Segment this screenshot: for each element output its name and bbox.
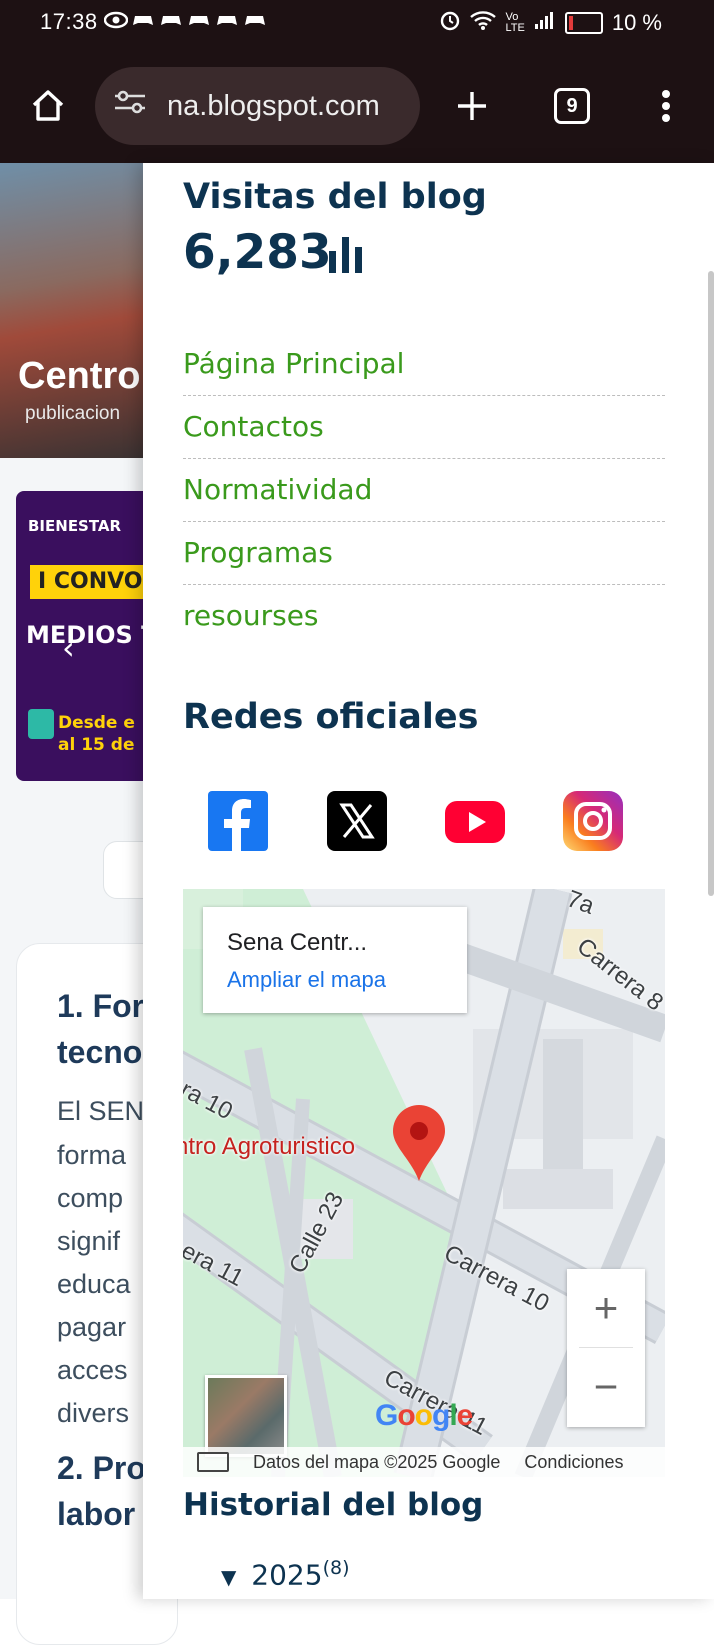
youtube-icon [445,801,505,843]
tab-switcher-button[interactable]: 9 [548,82,596,130]
history-year-item[interactable]: ▼ 2025(8) [221,1557,349,1591]
article-line: pagar [57,1312,127,1342]
banner-brand: BIENESTAR [28,517,122,535]
game-controller-icon [216,10,238,30]
status-right: Vo LTE 10 % [439,9,662,37]
page-links: Página Principal Contactos Normatividad … [183,333,665,647]
game-controller-icon [160,10,182,30]
menu-button[interactable] [642,82,690,130]
stats-count: 6,283 [183,225,332,280]
article-line: forma [57,1140,127,1170]
stats-title: Visitas del blog [183,177,487,217]
site-settings-icon[interactable] [113,88,147,124]
keyboard-icon[interactable] [197,1452,229,1472]
game-controller-icon [244,10,266,30]
url-text[interactable]: na.blogspot.com [167,90,380,123]
history-year: 2025 [251,1558,323,1592]
link-resourses[interactable]: resourses [183,585,665,647]
game-controller-icon [188,10,210,30]
instagram-button[interactable] [563,791,623,851]
article-line: divers [57,1398,130,1428]
article-heading: 1. For [57,988,145,1024]
hero-title: Centro [18,355,141,397]
alarm-icon [439,9,461,37]
history-count: (8) [322,1557,350,1579]
place-name: Sena Centr... [227,929,368,956]
carousel-prev-icon[interactable]: ‹ [62,629,75,667]
notification-icons [103,10,266,30]
zoom-controls: + − [567,1269,645,1427]
article-line: comp [57,1183,124,1213]
article-heading: labor [57,1496,136,1532]
article-heading: tecno [57,1034,143,1070]
home-icon [32,90,64,121]
plus-icon [458,92,486,120]
scrollbar[interactable] [708,271,714,896]
status-bar: 17:38 Vo LTE 10 % [0,0,714,48]
hero-banner: Centro publicacion [0,163,150,458]
article-line: signif [57,1226,121,1256]
status-time: 17:38 [40,9,98,34]
link-programas[interactable]: Programas [183,522,665,585]
hero-subtitle: publicacion [25,403,121,424]
carousel-banner[interactable]: BIENESTAR I CONVO MEDIOS T ‹ Desde e al 1… [16,491,170,781]
new-tab-button[interactable] [448,82,496,130]
embedded-map[interactable]: ntro Agroturistico 7a Carrera 8 ra 10 Ca… [183,889,665,1477]
social-title: Redes oficiales [183,697,479,737]
banner-dates: Desde e al 15 de [58,713,135,755]
link-contactos[interactable]: Contactos [183,396,665,459]
home-button[interactable] [24,82,72,130]
history-title: Historial del blog [183,1487,484,1523]
zoom-out-button[interactable]: − [567,1348,645,1426]
more-vert-icon [662,90,670,122]
map-data-credit: Datos del mapa ©2025 Google [253,1451,501,1472]
youtube-button[interactable] [445,791,505,851]
battery-percent: 10 % [611,10,662,35]
link-pagina-principal[interactable]: Página Principal [183,333,665,396]
facebook-icon [208,791,268,851]
signal-icon [534,10,556,36]
article-line: El SEN [57,1096,145,1126]
browser-toolbar: na.blogspot.com 9 [0,48,714,163]
article-line: educa [57,1269,131,1299]
link-normatividad[interactable]: Normatividad [183,459,665,522]
sidebar-drawer: Visitas del blog 6,283 Página Principal … [143,163,714,1599]
map-pin-label[interactable]: ntro Agroturistico [183,1133,355,1161]
article-line: acces [57,1355,128,1385]
volte-icon: Vo LTE [505,11,525,34]
google-logo: Google [375,1399,473,1432]
instagram-icon [563,791,623,851]
battery-icon [564,12,603,34]
eye-icon [103,10,129,30]
article-heading: 2. Pro [57,1450,146,1486]
x-button[interactable] [327,791,387,851]
tab-count-icon: 9 [554,88,590,124]
url-bar[interactable]: na.blogspot.com [95,67,420,145]
expand-map-link[interactable]: Ampliar el mapa [227,967,386,993]
zoom-in-button[interactable]: + [567,1269,645,1347]
map-attribution: Datos del mapa ©2025 Google Condiciones [183,1447,665,1477]
terms-link[interactable]: Condiciones [524,1452,623,1473]
caret-down-icon[interactable]: ▼ [221,1565,236,1589]
bar-chart-icon [329,237,362,273]
calendar-icon [28,709,54,739]
wifi-icon [470,10,497,36]
x-icon [327,791,387,851]
facebook-button[interactable] [208,791,268,851]
tab-count: 9 [566,94,578,117]
place-card: Sena Centr... Ampliar el mapa [203,907,467,1013]
banner-medios: MEDIOS T [26,621,158,649]
satellite-toggle[interactable] [205,1375,287,1457]
game-controller-icon [132,10,154,30]
